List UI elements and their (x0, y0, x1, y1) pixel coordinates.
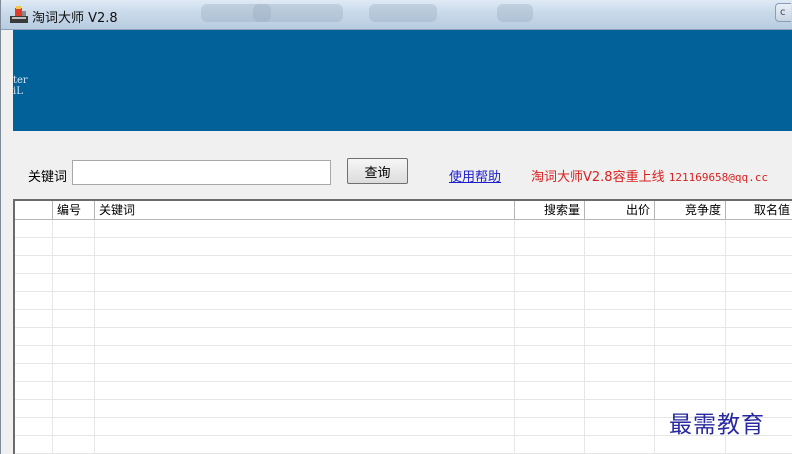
column-divider (654, 220, 655, 454)
promo-text: 淘词大师V2.8容重上线 121169658@qq.cc (531, 166, 768, 185)
keyword-input[interactable] (72, 160, 331, 185)
app-logo-icon (10, 6, 28, 23)
column-header-keyword[interactable]: 关键词 (95, 201, 515, 220)
query-button[interactable]: 查询 (347, 158, 408, 184)
promo-message: 淘词大师V2.8容重上线 (531, 170, 669, 185)
background-blur (369, 4, 437, 22)
title-bar[interactable]: 淘词大师 V2.8 c (1, 0, 792, 30)
banner-text-fragment: ter iL (13, 75, 28, 97)
watermark-text: 最需教育 (669, 412, 765, 438)
app-window: 淘词大师 V2.8 c ter iL 关键词 查询 使用帮助 淘词大师V2.8容… (0, 0, 792, 454)
column-header-search-volume[interactable]: 搜索量 (515, 201, 585, 220)
promo-email: 121169658@qq.cc (668, 171, 769, 184)
banner-fragment-line: ter (13, 75, 28, 86)
column-divider (94, 220, 95, 454)
column-divider (514, 220, 515, 454)
column-divider (52, 220, 53, 454)
help-link[interactable]: 使用帮助 (449, 166, 501, 185)
window-control-button[interactable]: c (775, 3, 791, 22)
background-blur (497, 4, 533, 22)
column-divider (584, 220, 585, 454)
search-toolbar: 关键词 查询 使用帮助 淘词大师V2.8容重上线 121169658@qq.cc (13, 131, 792, 199)
keyword-label: 关键词 (28, 170, 68, 185)
column-header-selector[interactable] (15, 201, 53, 220)
column-header-bid[interactable]: 出价 (585, 201, 655, 220)
banner: ter iL (13, 30, 792, 131)
column-header-competition[interactable]: 竞争度 (655, 201, 726, 220)
column-header-naming-value[interactable]: 取名值 (726, 201, 792, 220)
table-header: 编号 关键词 搜索量 出价 竞争度 取名值 (15, 201, 792, 220)
column-header-number[interactable]: 编号 (53, 201, 95, 220)
banner-fragment-line: iL (13, 86, 23, 97)
background-blur (253, 4, 343, 22)
window-title: 淘词大师 V2.8 (32, 11, 118, 26)
